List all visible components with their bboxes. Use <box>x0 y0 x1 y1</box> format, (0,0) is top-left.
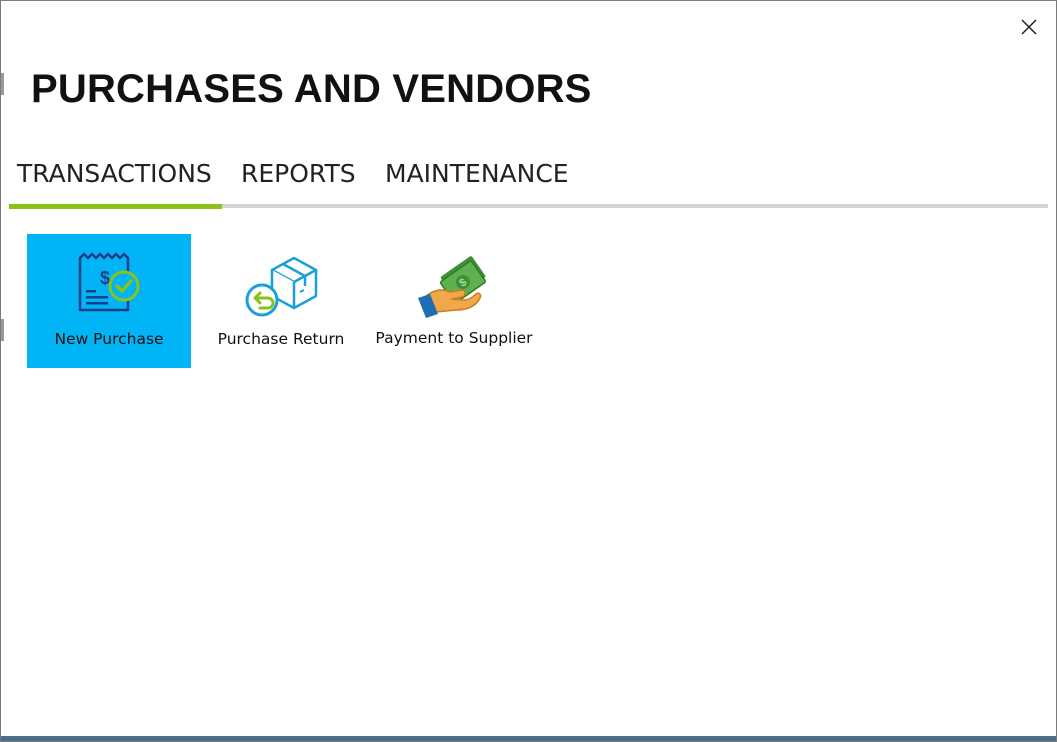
cash-hand-icon: $ <box>418 256 486 318</box>
purchase-return-label: Purchase Return <box>217 330 345 348</box>
purchases-vendors-window: PURCHASES AND VENDORS TRANSACTIONS REPOR… <box>0 0 1057 742</box>
receipt-check-icon: $ <box>78 252 140 312</box>
new-purchase-label: New Purchase <box>54 330 164 348</box>
tab-reports[interactable]: REPORTS <box>241 159 356 188</box>
box-return-icon <box>245 256 318 317</box>
tab-maintenance[interactable]: MAINTENANCE <box>385 159 569 188</box>
background-edge <box>1 319 4 341</box>
svg-text:$: $ <box>100 268 110 288</box>
new-purchase-button[interactable]: $ New Purchase <box>27 234 191 368</box>
tab-transactions[interactable]: TRANSACTIONS <box>17 159 212 188</box>
page-title: PURCHASES AND VENDORS <box>31 67 592 111</box>
background-edge <box>1 73 4 95</box>
close-icon <box>1021 19 1037 35</box>
bottom-status-bar <box>1 736 1056 741</box>
payment-to-supplier-label: Payment to Supplier <box>375 329 533 347</box>
payment-to-supplier-button[interactable]: $ Payment to Supplier <box>373 234 535 368</box>
purchase-return-button[interactable]: Purchase Return <box>201 234 361 368</box>
close-button[interactable] <box>1014 13 1044 41</box>
active-tab-indicator <box>9 204 222 209</box>
